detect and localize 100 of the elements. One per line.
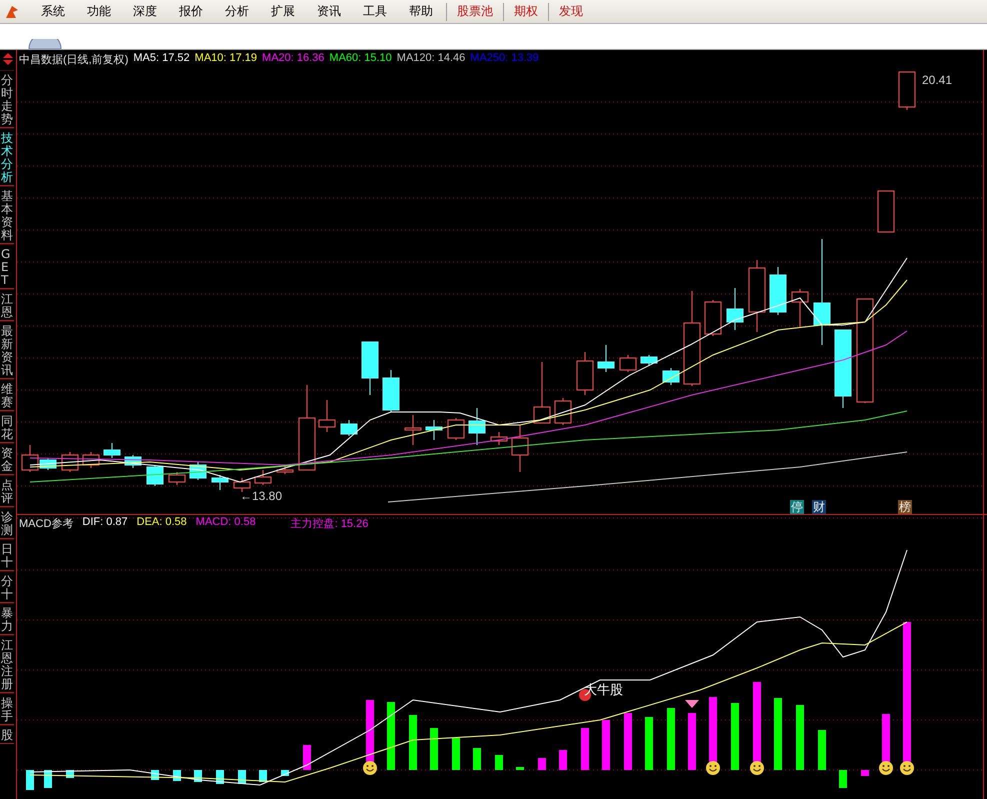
menu-item[interactable]: 功能 [76, 3, 122, 20]
menu-item[interactable]: 资讯 [306, 3, 352, 20]
candlestick [362, 342, 378, 396]
candlestick [598, 344, 614, 372]
globe-icon[interactable] [28, 39, 62, 49]
candlestick [82, 452, 100, 468]
menu-item[interactable]: 深度 [122, 3, 168, 20]
sidebar-tab[interactable]: 资金 [0, 443, 14, 475]
sidebar-tab[interactable]: 基本资料 [0, 186, 14, 244]
histogram-bar [430, 728, 438, 770]
histogram-bar [818, 730, 826, 770]
candlestick [104, 442, 120, 458]
smiley-icon [706, 761, 720, 775]
sidebar-tab[interactable]: 操手 [0, 693, 14, 725]
histogram-bar [452, 738, 460, 770]
menu-item[interactable]: 系统 [30, 3, 76, 20]
sidebar-tab[interactable]: 日十 [0, 539, 14, 571]
smiley-icon [750, 761, 764, 775]
histogram-bar [731, 703, 739, 770]
sidebar-tab[interactable]: 技术分析 [0, 128, 14, 186]
histogram-bar [538, 758, 546, 770]
candlestick [426, 420, 442, 440]
candlestick [382, 370, 400, 412]
candlestick [620, 354, 636, 372]
menu-item[interactable]: 股票池 [449, 3, 501, 20]
candlestick [662, 368, 680, 386]
candlestick [468, 408, 486, 446]
smiley-icon [900, 761, 914, 775]
candlestick [898, 72, 916, 110]
scroll-arrows-icon[interactable] [2, 52, 14, 66]
candlestick [404, 414, 422, 446]
candlestick [576, 352, 594, 396]
menu-item[interactable]: 扩展 [260, 3, 306, 20]
candlestick [512, 424, 528, 472]
legend-item: MA20: 16.36 [262, 52, 324, 66]
histogram-bar [645, 717, 653, 770]
histogram-bar [495, 755, 503, 770]
candlestick [704, 300, 722, 336]
candlestick [146, 464, 164, 486]
candlestick [276, 466, 294, 474]
histogram-bar [259, 770, 267, 782]
gem-icon [685, 700, 699, 708]
event-marker[interactable]: 财 [812, 500, 826, 514]
legend-item: MA5: 17.52 [133, 52, 190, 66]
candlestick [212, 474, 228, 490]
candlestick [640, 354, 658, 366]
sidebar-tab[interactable]: 分时走势 [0, 70, 14, 128]
histogram-bar [559, 750, 567, 770]
candlestick [168, 472, 186, 486]
candlestick [448, 418, 464, 440]
candlestick [554, 398, 572, 426]
candlestick [792, 288, 808, 328]
legend-item: 主力控盘: 15.26 [290, 516, 368, 531]
menu-item[interactable]: 分析 [214, 3, 260, 20]
candlestick [770, 266, 786, 316]
menu-item[interactable]: 帮助 [398, 3, 444, 20]
histogram-bar [516, 767, 524, 770]
histogram-bar [387, 702, 395, 770]
histogram-bar [473, 748, 481, 770]
legend-item: MA60: 15.10 [329, 52, 392, 66]
sidebar-tab[interactable]: 暴力 [0, 603, 14, 635]
histogram-bar [688, 713, 696, 770]
sidebar-tab[interactable]: 点评 [0, 475, 14, 507]
chart-title: MACD参考 [19, 517, 74, 531]
histogram-bar [602, 720, 610, 770]
sidebar-tab[interactable]: 股 [0, 725, 14, 744]
menu-item[interactable]: 发现 [551, 3, 591, 20]
sidebar-tab[interactable]: GET [0, 244, 14, 289]
high-price-label: 20.41 [922, 73, 952, 87]
candlestick [340, 420, 358, 436]
event-marker[interactable]: 榜 [898, 500, 912, 514]
histogram-bar [796, 705, 804, 770]
histogram-bar [624, 713, 632, 770]
candlestick [124, 454, 142, 468]
sidebar-tab[interactable]: 最新资讯 [0, 321, 14, 379]
histogram-bar [861, 770, 869, 776]
candlestick [254, 470, 272, 486]
smiley-icon [363, 761, 377, 775]
candlestick [318, 400, 336, 432]
candlestick [234, 478, 250, 492]
legend-item: MACD: 0.58 [196, 516, 256, 530]
menu-item[interactable]: 工具 [352, 3, 398, 20]
menu-item[interactable]: 报价 [168, 3, 214, 20]
event-marker[interactable]: 停 [790, 500, 804, 514]
legend-item: MA250: 13.39 [470, 52, 539, 66]
sidebar-tab[interactable]: 同花 [0, 411, 14, 443]
histogram-bar [581, 728, 589, 770]
legend-item: DIF: 0.87 [82, 516, 128, 530]
sidebar-tab[interactable]: 江恩注册 [0, 635, 14, 693]
sidebar-tab[interactable]: 江恩 [0, 289, 14, 321]
sidebar-tab[interactable]: 分十 [0, 571, 14, 603]
legend-item: DEA: 0.58 [136, 516, 187, 530]
histogram-bar [409, 715, 417, 770]
signal-label: 大牛股 [584, 683, 623, 698]
histogram-bar [839, 770, 847, 788]
candlestick [490, 432, 508, 446]
sidebar-tab[interactable]: 维赛 [0, 379, 14, 411]
low-price-label: ←13.80 [240, 489, 282, 503]
menu-item[interactable]: 期权 [506, 3, 546, 20]
sidebar-tab[interactable]: 诊测 [0, 507, 14, 539]
